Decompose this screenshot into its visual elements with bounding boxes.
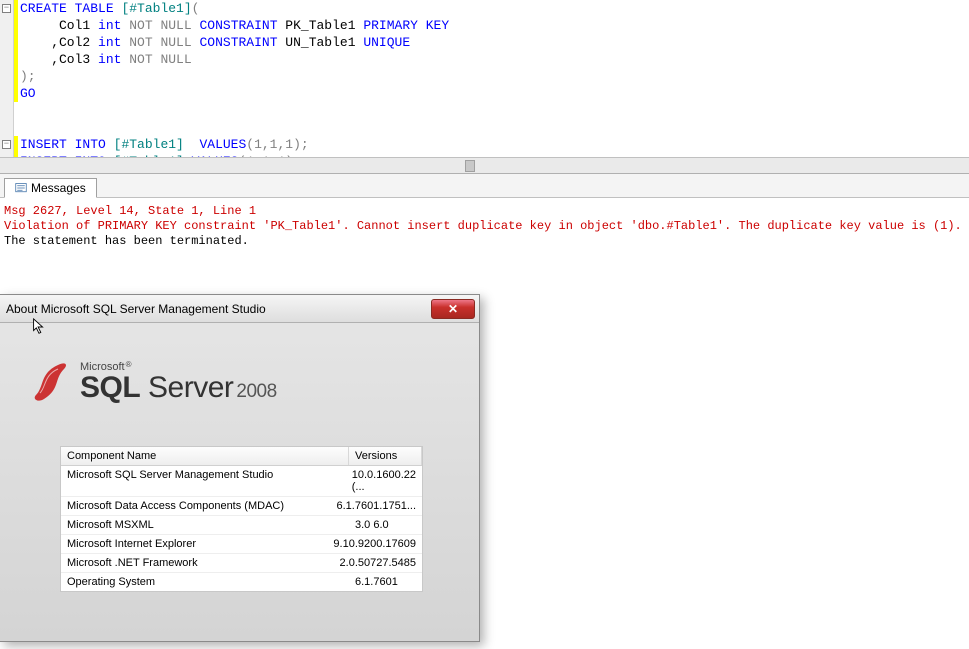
kw-table: TABLE: [75, 1, 114, 16]
col-versions: Versions: [349, 447, 422, 465]
table-header: Component Name Versions: [61, 447, 422, 466]
scroll-thumb[interactable]: [465, 160, 475, 172]
cell-component-name: Microsoft SQL Server Management Studio: [61, 466, 346, 496]
cell-component-name: Microsoft Internet Explorer: [61, 535, 327, 553]
dialog-titlebar[interactable]: About Microsoft SQL Server Management St…: [0, 295, 479, 323]
table-row[interactable]: Microsoft Internet Explorer9.10.9200.176…: [61, 535, 422, 554]
cell-component-name: Operating System: [61, 573, 349, 591]
close-button[interactable]: ✕: [431, 299, 475, 319]
tab-messages[interactable]: Messages: [4, 178, 97, 198]
close-icon: ✕: [448, 302, 458, 316]
cell-component-name: Microsoft MSXML: [61, 516, 349, 534]
message-terminated: The statement has been terminated.: [4, 234, 965, 249]
table-row[interactable]: Operating System6.1.7601: [61, 573, 422, 591]
cell-version: 2.0.50727.5485: [334, 554, 422, 572]
cell-version: 10.0.1600.22 (...: [346, 466, 422, 496]
cell-component-name: Microsoft .NET Framework: [61, 554, 334, 572]
tab-messages-label: Messages: [31, 181, 86, 195]
fold-icon[interactable]: −: [2, 4, 11, 13]
messages-pane[interactable]: Msg 2627, Level 14, State 1, Line 1 Viol…: [0, 198, 969, 270]
results-tabbar: Messages: [0, 174, 969, 198]
sql-editor[interactable]: − − CREATE TABLE [#Table1]( Col1 int NOT…: [0, 0, 969, 174]
product-logo: Microsoft® SQL Server2008: [30, 359, 463, 406]
about-dialog: About Microsoft SQL Server Management St…: [0, 294, 480, 642]
table-row[interactable]: Microsoft .NET Framework2.0.50727.5485: [61, 554, 422, 573]
cell-version: 9.10.9200.17609: [327, 535, 422, 553]
table-row[interactable]: Microsoft Data Access Components (MDAC)6…: [61, 497, 422, 516]
editor-scrollbar[interactable]: [0, 157, 969, 173]
cell-version: 6.1.7601.1751...: [330, 497, 422, 515]
editor-gutter: − −: [0, 0, 14, 173]
kw-create: CREATE: [20, 1, 67, 16]
col-component-name: Component Name: [61, 447, 349, 465]
table-row[interactable]: Microsoft MSXML3.0 6.0: [61, 516, 422, 535]
cell-component-name: Microsoft Data Access Components (MDAC): [61, 497, 330, 515]
fold-icon[interactable]: −: [2, 140, 11, 149]
message-error-header: Msg 2627, Level 14, State 1, Line 1: [4, 204, 965, 219]
component-table[interactable]: Component Name Versions Microsoft SQL Se…: [60, 446, 423, 592]
message-error-body: Violation of PRIMARY KEY constraint 'PK_…: [4, 219, 965, 234]
logo-sqlserver: SQL Server2008: [80, 373, 277, 403]
table-row[interactable]: Microsoft SQL Server Management Studio10…: [61, 466, 422, 497]
sql-server-icon: [30, 359, 70, 406]
cell-version: 3.0 6.0: [349, 516, 422, 534]
cell-version: 6.1.7601: [349, 573, 422, 591]
dialog-body: Microsoft® SQL Server2008 Component Name…: [0, 323, 479, 641]
messages-icon: [15, 182, 27, 194]
dialog-title: About Microsoft SQL Server Management St…: [6, 302, 266, 316]
